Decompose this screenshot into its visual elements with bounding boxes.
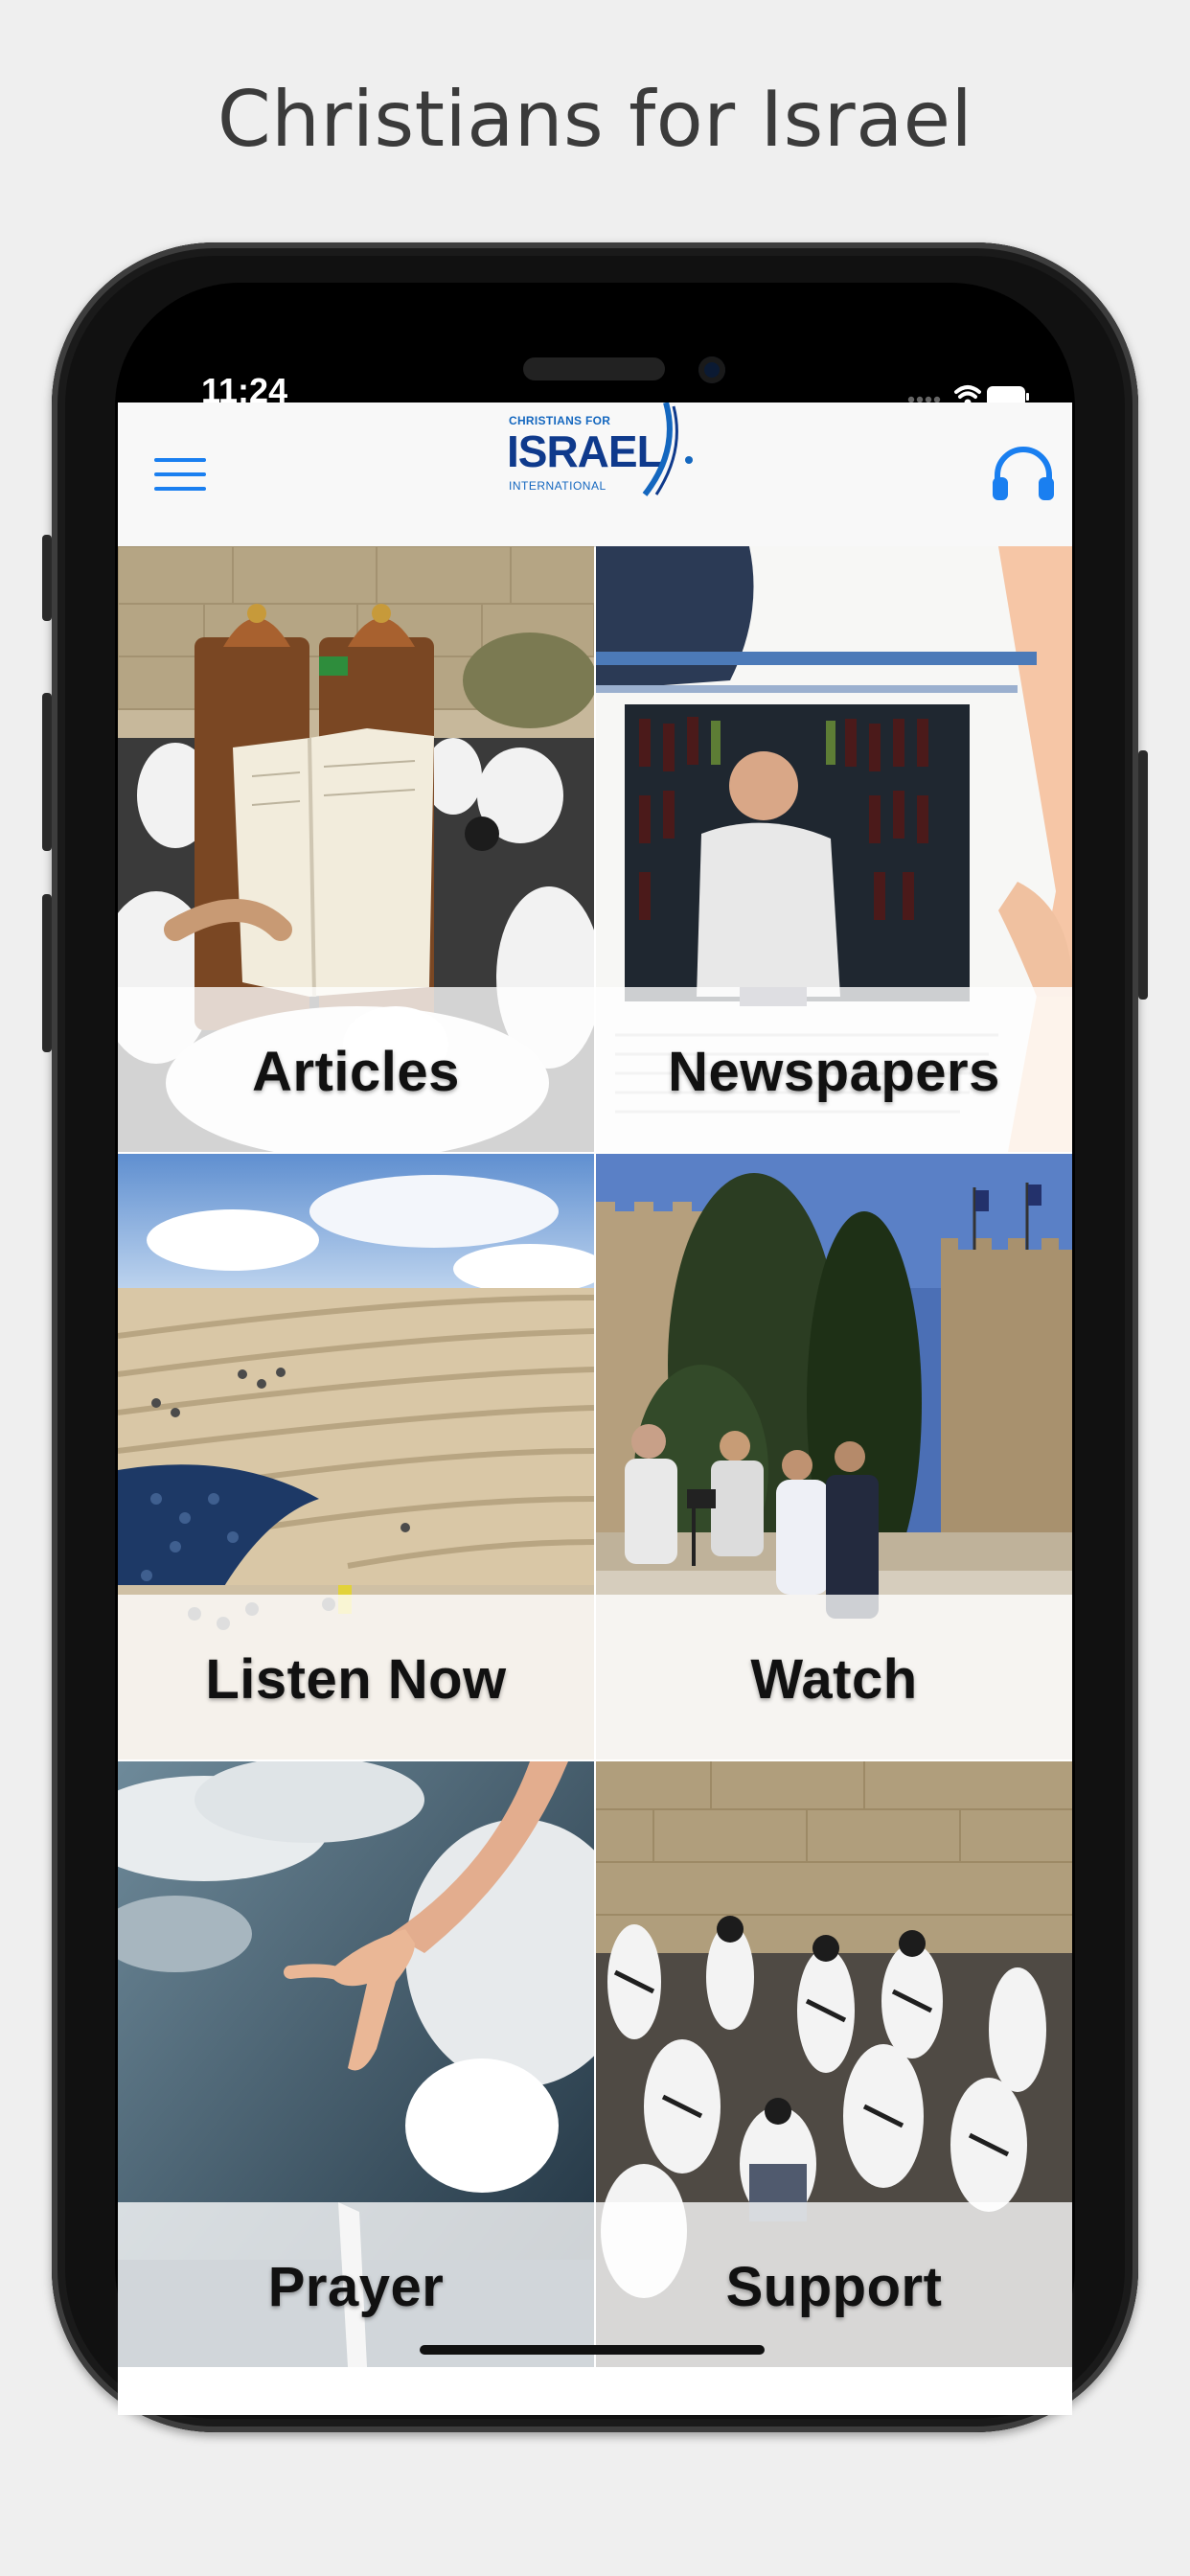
status-bar: 11:24 <box>115 283 1075 410</box>
power-button <box>1138 750 1148 1000</box>
mute-switch <box>42 535 52 621</box>
tile-prayer[interactable]: Prayer <box>118 1761 594 2367</box>
home-indicator[interactable] <box>420 2345 765 2355</box>
menu-line <box>154 458 206 462</box>
tile-newspapers[interactable]: Newspapers <box>596 546 1072 1152</box>
tile-label-articles: Articles <box>252 1041 460 1103</box>
tile-support[interactable]: Support <box>596 1761 1072 2367</box>
brand-logo: CHRISTIANS FOR ISRAEL INTERNATIONAL <box>503 402 695 508</box>
app-content: CHRISTIANS FOR ISRAEL INTERNATIONAL Arti… <box>118 402 1072 2415</box>
tile-label-watch: Watch <box>750 1648 918 1711</box>
logo-bottom-text: INTERNATIONAL <box>509 479 606 493</box>
page-title: Christians for Israel <box>217 75 973 164</box>
volume-down-button <box>42 894 52 1052</box>
tile-watch[interactable]: Watch <box>596 1154 1072 1760</box>
headphones-icon <box>993 447 1054 500</box>
menu-button[interactable] <box>154 458 206 493</box>
tile-label-newspapers: Newspapers <box>668 1041 1000 1103</box>
volume-up-button <box>42 693 52 851</box>
headphones-button[interactable] <box>990 445 1057 502</box>
logo-swoosh-icon <box>642 402 693 496</box>
menu-line <box>154 487 206 491</box>
tile-label-listen-now: Listen Now <box>205 1648 507 1711</box>
tile-label-prayer: Prayer <box>267 2256 445 2318</box>
tile-articles[interactable]: Articles <box>118 546 594 1152</box>
tile-listen-now[interactable]: Listen Now <box>118 1154 594 1760</box>
front-camera <box>698 356 725 383</box>
navbar: CHRISTIANS FOR ISRAEL INTERNATIONAL <box>118 402 1072 547</box>
menu-line <box>154 472 206 476</box>
speaker-grille <box>523 357 665 380</box>
tile-label-support: Support <box>725 2256 943 2318</box>
